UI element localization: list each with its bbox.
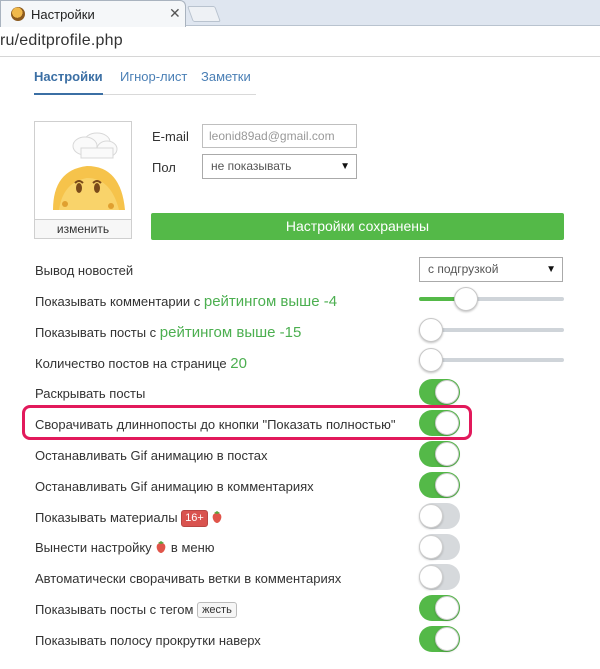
- slider-handle[interactable]: [454, 287, 479, 311]
- posts-per-page-value: 20: [230, 355, 247, 372]
- settings-saved-banner: Настройки сохранены: [151, 213, 564, 240]
- strawberry-icon: [156, 541, 166, 553]
- menu-setting-text-after: в меню: [170, 540, 215, 555]
- show-tag-posts-toggle[interactable]: [419, 595, 460, 621]
- posts-per-page-text: Количество постов на странице: [35, 356, 227, 371]
- show-materials-text: Показывать материалы: [35, 510, 178, 525]
- tab-settings[interactable]: Настройки: [34, 69, 103, 84]
- avatar: изменить: [34, 121, 132, 239]
- tab-notes[interactable]: Заметки: [201, 69, 251, 84]
- gender-label: Пол: [152, 160, 176, 175]
- email-label: E-mail: [152, 129, 189, 144]
- change-avatar-button[interactable]: изменить: [35, 219, 131, 238]
- toggle-knob: [435, 596, 459, 620]
- toggle-knob: [435, 473, 459, 497]
- menu-setting-label: Вынести настройку в меню: [35, 540, 215, 555]
- auto-collapse-label: Автоматически сворачивать ветки в коммен…: [35, 571, 342, 586]
- gender-select-value: не показывать: [211, 159, 292, 173]
- stop-gif-posts-label: Останавливать Gif анимацию в постах: [35, 448, 268, 463]
- collapse-longposts-label: Сворачивать длиннопосты до кнопки "Показ…: [35, 417, 396, 432]
- address-url: ru/editprofile.php: [0, 32, 123, 49]
- toggle-knob: [435, 380, 459, 404]
- show-tag-posts-text: Показывать посты с тегом: [35, 602, 194, 617]
- browser-tab-title: Настройки: [31, 7, 95, 22]
- browser-tab[interactable]: Настройки ✕: [0, 0, 186, 27]
- browser-tab-strip: Настройки ✕: [0, 0, 600, 27]
- posts-per-page-label: Количество постов на странице 20: [35, 355, 247, 372]
- posts-rating-slider[interactable]: [419, 317, 564, 343]
- stop-gif-comments-label: Останавливать Gif анимацию в комментария…: [35, 479, 314, 494]
- comments-rating-text: Показывать комментарии с: [35, 294, 201, 309]
- active-tab-underline: [34, 93, 103, 95]
- slider-handle[interactable]: [419, 348, 443, 372]
- news-output-select[interactable]: с подгрузкой ▼: [419, 257, 563, 282]
- scroll-up-label: Показывать полосу прокрутки наверх: [35, 633, 261, 648]
- toggle-knob: [419, 504, 443, 528]
- menu-setting-text-before: Вынести настройку: [35, 540, 152, 555]
- new-tab-button[interactable]: [187, 6, 221, 22]
- stop-gif-posts-toggle[interactable]: [419, 441, 460, 467]
- posts-rating-text: Показывать посты с: [35, 325, 157, 340]
- toggle-knob: [419, 565, 443, 589]
- expand-posts-toggle[interactable]: [419, 379, 460, 405]
- toggle-knob: [435, 442, 459, 466]
- expand-posts-label: Раскрывать посты: [35, 386, 146, 401]
- strawberry-icon: [213, 511, 222, 523]
- toggle-knob: [435, 627, 459, 651]
- stop-gif-comments-toggle[interactable]: [419, 472, 460, 498]
- slider-handle[interactable]: [419, 318, 443, 342]
- toggle-knob: [419, 535, 443, 559]
- posts-rating-value: рейтингом выше -15: [159, 324, 302, 341]
- avatar-image: [35, 122, 131, 218]
- site-favicon-icon: [11, 7, 25, 21]
- comments-rating-value: рейтингом выше -4: [203, 293, 338, 310]
- collapse-longposts-toggle[interactable]: [419, 410, 460, 436]
- comments-rating-slider[interactable]: [419, 286, 564, 312]
- email-field[interactable]: leonid89ad@gmail.com: [202, 124, 357, 148]
- show-materials-label: Показывать материалы 16+: [35, 510, 223, 527]
- scroll-up-toggle[interactable]: [419, 626, 460, 652]
- posts-rating-label: Показывать посты с рейтингом выше -15: [35, 324, 301, 341]
- tab-close-icon[interactable]: ✕: [169, 5, 181, 22]
- dropdown-arrow-icon: ▼: [340, 161, 350, 172]
- menu-setting-toggle[interactable]: [419, 534, 460, 560]
- posts-per-page-slider[interactable]: [419, 347, 564, 373]
- gender-select[interactable]: не показывать ▼: [202, 154, 357, 179]
- age-badge: 16+: [181, 510, 208, 527]
- news-output-value: с подгрузкой: [428, 262, 499, 276]
- show-tag-posts-label: Показывать посты с тегом жесть: [35, 602, 237, 618]
- dropdown-arrow-icon: ▼: [546, 264, 556, 275]
- news-output-label: Вывод новостей: [35, 263, 134, 278]
- comments-rating-label: Показывать комментарии с рейтингом выше …: [35, 293, 337, 310]
- toggle-knob: [435, 411, 459, 435]
- address-bar[interactable]: ru/editprofile.php: [0, 27, 600, 57]
- show-materials-toggle[interactable]: [419, 503, 460, 529]
- tab-ignore-list[interactable]: Игнор-лист: [120, 69, 187, 84]
- tag-chip[interactable]: жесть: [197, 602, 237, 618]
- auto-collapse-toggle[interactable]: [419, 564, 460, 590]
